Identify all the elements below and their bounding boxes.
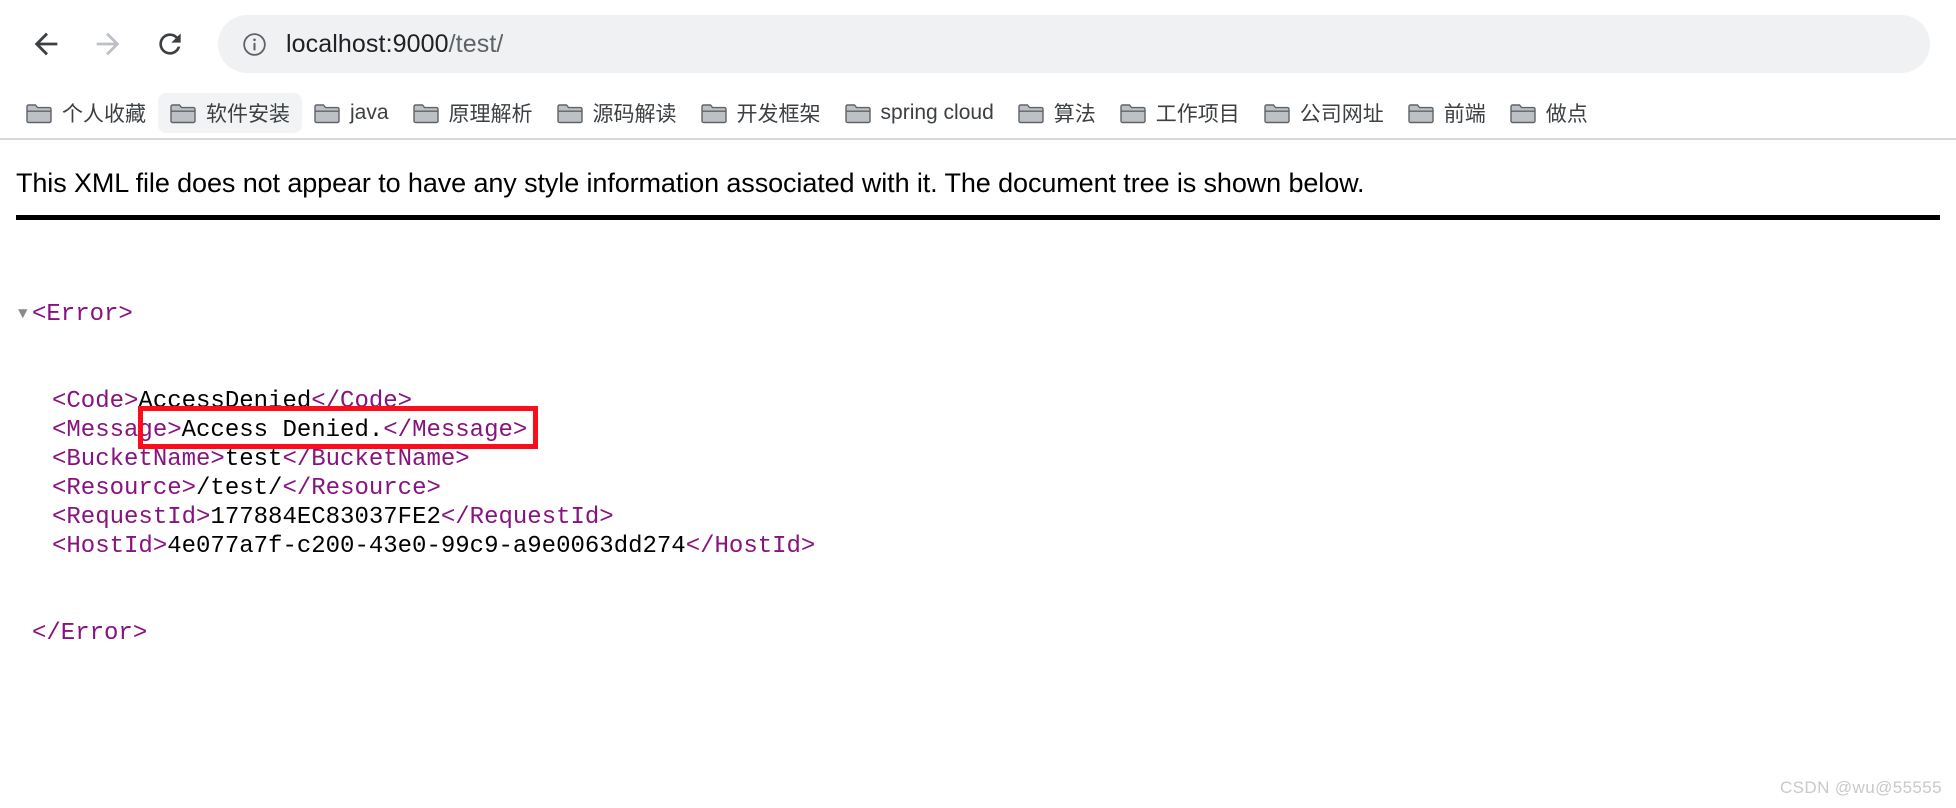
xml-element-line: <HostId>4e077a7f-c200-43e0-99c9-a9e0063d… <box>18 532 1956 561</box>
back-button[interactable] <box>18 16 74 72</box>
folder-icon <box>1120 104 1146 124</box>
page-content: This XML file does not appear to have an… <box>0 140 1956 808</box>
folder-icon <box>1018 104 1044 124</box>
bookmark-item-10[interactable]: 前端 <box>1396 93 1498 133</box>
forward-arrow-icon <box>96 32 120 56</box>
back-arrow-icon <box>34 32 58 56</box>
reload-icon <box>159 33 181 55</box>
xml-close-tag: </Message> <box>383 417 528 444</box>
bookmark-item-8[interactable]: 工作项目 <box>1108 93 1252 133</box>
xml-open-tag: <Message> <box>52 417 182 444</box>
folder-icon <box>1510 104 1536 124</box>
bookmark-item-6[interactable]: spring cloud <box>833 93 1006 133</box>
bookmark-label: 前端 <box>1443 103 1486 126</box>
xml-value: 4e077a7f-c200-43e0-99c9-a9e0063dd274 <box>167 533 686 560</box>
folder-icon <box>314 104 340 124</box>
bookmark-label: 算法 <box>1053 103 1096 126</box>
bookmark-label: 原理解析 <box>448 103 533 126</box>
bookmark-label: java <box>350 101 389 124</box>
bookmark-item-7[interactable]: 算法 <box>1006 93 1108 133</box>
folder-icon <box>26 104 52 124</box>
xml-open-tag: <BucketName> <box>52 446 225 473</box>
info-circle-icon[interactable] <box>240 30 268 58</box>
xml-value: AccessDenied <box>138 388 312 415</box>
xml-close-tag: </RequestId> <box>440 504 614 531</box>
xml-element-line: <RequestId>177884EC83037FE2</RequestId> <box>18 503 1956 532</box>
bookmark-item-1[interactable]: 软件安装 <box>158 93 302 133</box>
folder-icon <box>1408 104 1434 124</box>
browser-chrome: localhost:9000/test/ 个人收藏 软件安装 java 原理解析 源码解… <box>0 0 1956 140</box>
bookmark-item-9[interactable]: 公司网址 <box>1252 93 1396 133</box>
bookmark-label: 工作项目 <box>1155 103 1240 126</box>
bookmark-label: 公司网址 <box>1299 103 1384 126</box>
bookmark-label: 软件安装 <box>206 103 290 126</box>
reload-button[interactable] <box>142 16 198 72</box>
xml-close-tag: </Resource> <box>282 475 441 502</box>
bookmark-label: 做点 <box>1545 103 1588 126</box>
bookmark-item-0[interactable]: 个人收藏 <box>14 93 158 133</box>
xml-open-tag: <RequestId> <box>52 504 211 531</box>
forward-button[interactable] <box>80 16 136 72</box>
xml-element-line: <BucketName>test</BucketName> <box>18 445 1956 474</box>
xml-value: 177884EC83037FE2 <box>210 504 441 531</box>
collapse-triangle-icon[interactable]: ▼ <box>18 300 32 329</box>
bookmark-label: 源码解读 <box>592 103 677 126</box>
xml-close-tag: </BucketName> <box>282 446 470 473</box>
url-text: localhost:9000/test/ <box>286 30 503 59</box>
bookmarks-bar: 个人收藏 软件安装 java 原理解析 源码解读 开发框架 spring cloud 算法 工作… <box>0 88 1956 138</box>
xml-root-open-line[interactable]: ▼ <Error> <box>18 300 1956 329</box>
bookmark-item-2[interactable]: java <box>302 93 401 133</box>
xml-root-close-tag: </Error> <box>32 620 148 647</box>
xml-style-notice: This XML file does not appear to have an… <box>16 168 1365 198</box>
xml-element-line: <Message>Access Denied.</Message> <box>18 416 1956 445</box>
bookmark-item-4[interactable]: 源码解读 <box>545 93 689 133</box>
xml-value: test <box>224 446 283 473</box>
xml-root-open-tag: <Error> <box>32 301 133 328</box>
url-path: /test/ <box>448 29 504 58</box>
xml-element-line: <Resource>/test/</Resource> <box>18 474 1956 503</box>
folder-icon <box>700 104 727 124</box>
folder-icon <box>844 104 871 124</box>
folder-icon <box>556 104 583 124</box>
xml-element-line: <Code>AccessDenied</Code> <box>18 387 1956 416</box>
bookmark-label: 个人收藏 <box>62 103 146 126</box>
folder-icon <box>170 104 196 124</box>
xml-document-tree: ▼ <Error> <Code>AccessDenied</Code> <Messa… <box>0 220 1956 764</box>
folder-icon <box>1264 104 1290 124</box>
bookmark-item-5[interactable]: 开发框架 <box>689 93 833 133</box>
bookmark-item-3[interactable]: 原理解析 <box>401 93 545 133</box>
bookmark-label: 开发框架 <box>736 103 821 126</box>
xml-open-tag: <Code> <box>52 388 139 415</box>
xml-value: Access Denied. <box>181 417 384 444</box>
xml-close-tag: </HostId> <box>685 533 816 560</box>
bookmark-label: spring cloud <box>880 101 994 124</box>
url-host: localhost:9000 <box>286 29 449 58</box>
xml-close-tag: </Code> <box>311 388 413 415</box>
xml-value: /test/ <box>196 475 283 502</box>
folder-icon <box>412 104 439 124</box>
xml-open-tag: <HostId> <box>52 533 168 560</box>
csdn-watermark: CSDN @wu@55555 <box>1779 778 1942 797</box>
bookmark-item-11[interactable]: 做点 <box>1498 93 1600 133</box>
xml-open-tag: <Resource> <box>52 475 197 502</box>
browser-toolbar: localhost:9000/test/ <box>0 0 1956 88</box>
xml-root-close-line: </Error> <box>18 619 1956 648</box>
address-bar[interactable]: localhost:9000/test/ <box>218 15 1930 73</box>
